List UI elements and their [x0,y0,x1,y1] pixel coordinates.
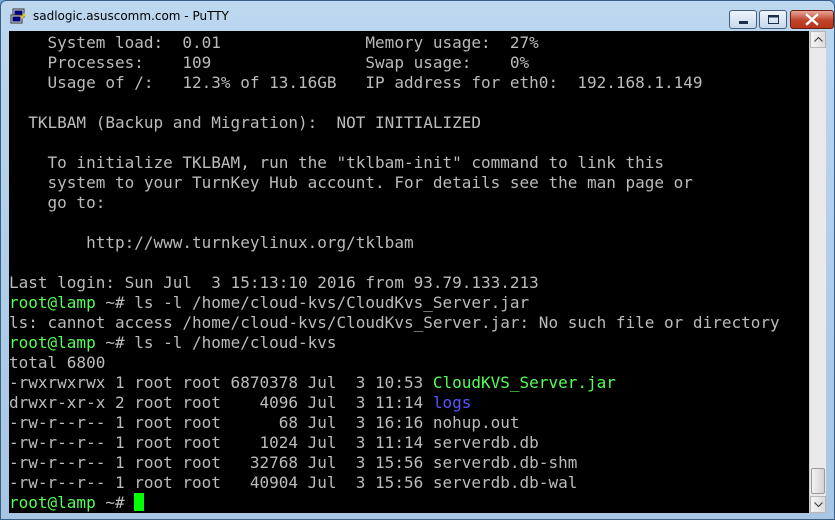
listing-filename: serverdb.db [432,433,539,452]
motd-init-line-1: To initialize TKLBAM, run the "tklbam-in… [9,153,665,172]
maximize-button[interactable] [759,10,787,29]
prompt-user: root@lamp [9,493,96,512]
motd-init-line-3: go to: [9,193,106,212]
listing-meta: -rw-r--r-- 1 root root 32768 Jul 3 15:56 [9,453,433,472]
chevron-up-icon [814,37,823,42]
chevron-down-icon [814,502,823,507]
minimize-icon [739,21,748,24]
scroll-up-button[interactable] [810,31,826,48]
listing-meta: -rw-r--r-- 1 root root 40904 Jul 3 15:56 [9,473,433,492]
listing-meta: -rwxrwxrwx 1 root root 6870378 Jul 3 10:… [9,373,433,392]
prompt-path: ~# [95,333,135,352]
motd-system-load: System load: 0.01 Memory usage: 27% [9,33,539,52]
title-bar[interactable]: sadlogic.asuscomm.com - PuTTY [1,1,834,31]
motd-url: http://www.turnkeylinux.org/tklbam [9,233,414,252]
minimize-button[interactable] [729,10,757,29]
listing-filename: serverdb.db-wal [432,473,578,492]
listing-row: -rwxrwxrwx 1 root root 6870378 Jul 3 10:… [9,373,616,393]
listing-filename: CloudKVS_Server.jar [432,373,616,392]
maximize-icon [768,15,779,24]
command-text: ls -l /home/cloud-kvs [134,333,337,352]
scrollbar-thumb[interactable] [811,468,825,494]
motd-disk-usage: Usage of /: 12.3% of 13.16GB IP address … [9,73,703,92]
motd-processes: Processes: 109 Swap usage: 0% [9,53,530,72]
listing-meta: -rw-r--r-- 1 root root 1024 Jul 3 11:14 [9,433,433,452]
last-login-line: Last login: Sun Jul 3 15:13:10 2016 from… [9,273,539,292]
listing-filename: serverdb.db-shm [432,453,578,472]
listing-row: -rw-r--r-- 1 root root 40904 Jul 3 15:56… [9,473,577,493]
error-line: ls: cannot access /home/cloud-kvs/CloudK… [9,313,780,332]
vertical-scrollbar[interactable] [809,31,826,513]
prompt-line-3[interactable]: root@lamp ~# [9,493,145,513]
listing-row: -rw-r--r-- 1 root root 1024 Jul 3 11:14 … [9,433,539,453]
prompt-line-2: root@lamp ~# ls -l /home/cloud-kvs [9,333,337,353]
listing-filename: logs [432,393,472,412]
prompt-line-1: root@lamp ~# ls -l /home/cloud-kvs/Cloud… [9,293,529,313]
listing-row: drwxr-xr-x 2 root root 4096 Jul 3 11:14 … [9,393,471,413]
prompt-path: ~# [95,293,135,312]
total-line: total 6800 [9,353,106,372]
prompt-user: root@lamp [9,333,96,352]
listing-meta: drwxr-xr-x 2 root root 4096 Jul 3 11:14 [9,393,433,412]
close-button[interactable] [790,10,834,29]
listing-meta: -rw-r--r-- 1 root root 68 Jul 3 16:16 [9,413,433,432]
listing-row: -rw-r--r-- 1 root root 32768 Jul 3 15:56… [9,453,577,473]
putty-icon[interactable] [10,8,26,24]
listing-filename: nohup.out [432,413,520,432]
putty-window: sadlogic.asuscomm.com - PuTTY System loa… [0,0,835,520]
window-title: sadlogic.asuscomm.com - PuTTY [33,9,229,23]
close-icon [805,13,819,26]
motd-tklbam-status: TKLBAM (Backup and Migration): NOT INITI… [9,113,482,132]
scroll-down-button[interactable] [810,496,826,513]
terminal-output[interactable]: System load: 0.01 Memory usage: 27% Proc… [9,31,809,513]
prompt-user: root@lamp [9,293,96,312]
prompt-path: ~# [95,493,135,512]
motd-init-line-2: system to your TurnKey Hub account. For … [9,173,693,192]
listing-row: -rw-r--r-- 1 root root 68 Jul 3 16:16 no… [9,413,520,433]
command-text: ls -l /home/cloud-kvs/CloudKvs_Server.ja… [134,293,530,312]
terminal-cursor [134,493,145,511]
